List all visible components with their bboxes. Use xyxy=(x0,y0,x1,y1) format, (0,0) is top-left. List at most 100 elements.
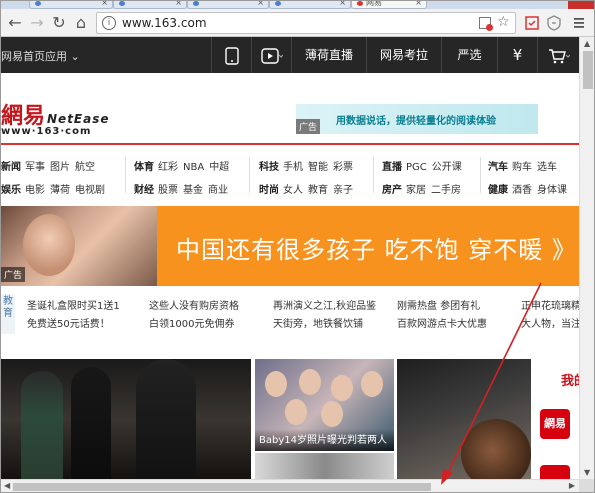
channel-head[interactable]: 财经 xyxy=(134,185,154,196)
channel-fashion[interactable]: 时尚 女人 教育 亲子 xyxy=(259,181,358,196)
channel-auto[interactable]: 汽车 购车 选车 xyxy=(488,158,562,173)
bookmark-star-icon[interactable]: ☆ xyxy=(497,14,510,30)
topbar-item-kaola[interactable]: 网易考拉 xyxy=(366,37,441,73)
mobile-icon[interactable] xyxy=(211,37,251,73)
horizontal-scroll-thumb[interactable] xyxy=(13,483,431,491)
channel-link[interactable]: PGC xyxy=(406,162,427,173)
channel-link[interactable]: 电视剧 xyxy=(75,185,105,196)
channel-head[interactable]: 科技 xyxy=(259,162,279,173)
shopping-cart-icon[interactable] xyxy=(537,37,579,73)
tab-2[interactable]: × xyxy=(113,1,187,9)
channel-head[interactable]: 汽车 xyxy=(488,162,508,173)
news-link[interactable]: 再洲演义之江,秋迎品鉴 xyxy=(273,297,376,312)
netease-news-app-icon[interactable]: 網易 xyxy=(540,409,570,439)
news-link[interactable]: 百款网游点卡大优惠 xyxy=(397,315,487,330)
channel-head[interactable]: 体育 xyxy=(134,162,154,173)
window-close-button[interactable] xyxy=(568,1,594,9)
channel-link[interactable]: 家居 xyxy=(406,185,426,196)
back-arrow-icon[interactable]: ← xyxy=(5,13,25,33)
menu-icon[interactable] xyxy=(571,15,587,31)
channel-news[interactable]: 新闻 军事 图片 航空 xyxy=(1,158,100,173)
apps-menu[interactable]: 应用 ⌄ xyxy=(45,48,80,64)
channel-link[interactable]: 电影 xyxy=(25,185,45,196)
photo-tile-group[interactable] xyxy=(255,453,394,479)
tab-4[interactable]: × xyxy=(269,1,351,9)
news-link[interactable]: 刚需热盘 参团有礼 xyxy=(397,297,480,312)
channel-link[interactable]: 教育 xyxy=(308,185,328,196)
channel-link[interactable]: 图片 xyxy=(50,162,70,173)
channel-head[interactable]: 时尚 xyxy=(259,185,279,196)
tab-active[interactable]: 网易 × xyxy=(351,1,427,9)
forward-arrow-icon[interactable]: → xyxy=(27,13,47,33)
popup-blocked-icon[interactable] xyxy=(479,17,493,31)
channel-live[interactable]: 直播 PGC 公开课 xyxy=(382,158,467,173)
channel-health[interactable]: 健康 酒香 身体课 xyxy=(488,181,572,196)
channel-link[interactable]: 薄荷 xyxy=(50,185,70,196)
app-icon[interactable] xyxy=(540,465,570,479)
channel-link[interactable]: 亲子 xyxy=(333,185,353,196)
channel-link[interactable]: 购车 xyxy=(512,162,532,173)
scroll-left-arrow-icon[interactable]: ◀ xyxy=(4,481,10,490)
channel-link[interactable]: 航空 xyxy=(75,162,95,173)
close-icon[interactable]: × xyxy=(101,1,108,7)
channel-link[interactable]: 中超 xyxy=(209,162,229,173)
channel-head[interactable]: 新闻 xyxy=(1,162,21,173)
edu-label[interactable]: 教育 xyxy=(1,294,15,334)
channel-head[interactable]: 房产 xyxy=(382,185,402,196)
news-link[interactable]: 大人物，当注 xyxy=(521,315,581,330)
channel-head[interactable]: 健康 xyxy=(488,185,508,196)
home-icon[interactable]: ⌂ xyxy=(71,13,91,33)
channel-link[interactable]: NBA xyxy=(183,162,204,173)
photo-tile-event[interactable] xyxy=(1,359,251,479)
scroll-up-arrow-icon[interactable]: ▲ xyxy=(584,39,590,48)
channel-link[interactable]: 商业 xyxy=(208,185,228,196)
news-link[interactable]: 正申花琉璃精 xyxy=(521,297,581,312)
news-link[interactable]: 天街旁，地铁餐饮铺 xyxy=(273,315,363,330)
channel-link[interactable]: 军事 xyxy=(25,162,45,173)
channel-head[interactable]: 娱乐 xyxy=(1,185,21,196)
channel-ent[interactable]: 娱乐 电影 薄荷 电视剧 xyxy=(1,181,110,196)
channel-link[interactable]: 基金 xyxy=(183,185,203,196)
close-icon[interactable]: × xyxy=(339,1,346,7)
channel-sports[interactable]: 体育 红彩 NBA 中超 xyxy=(134,158,234,173)
tab-3[interactable]: × xyxy=(187,1,269,9)
channel-link[interactable]: 酒香 xyxy=(512,185,532,196)
extension-2-icon[interactable] xyxy=(546,15,562,31)
extension-1-icon[interactable] xyxy=(524,15,540,31)
channel-tech[interactable]: 科技 手机 智能 彩票 xyxy=(259,158,358,173)
horizontal-scrollbar[interactable]: ◀ ▶ xyxy=(1,479,579,492)
topbar-item-live[interactable]: 薄荷直播 xyxy=(291,37,366,73)
address-url[interactable]: www.163.com xyxy=(122,16,207,30)
channel-link[interactable]: 身体课 xyxy=(537,185,567,196)
channel-head[interactable]: 直播 xyxy=(382,162,402,173)
header-ad-banner[interactable]: 用数据说话，提供轻量化的阅读体验 广告 xyxy=(296,104,538,134)
channel-link[interactable]: 红彩 xyxy=(158,162,178,173)
news-link[interactable]: 白领1000元免佣券 xyxy=(149,315,234,330)
channel-link[interactable]: 股票 xyxy=(158,185,178,196)
scroll-down-arrow-icon[interactable]: ▼ xyxy=(584,468,590,477)
tab-1[interactable]: × xyxy=(29,1,113,9)
vertical-scrollbar[interactable]: ▲ ▼ xyxy=(579,37,594,479)
news-link[interactable]: 这些人没有购房资格 xyxy=(149,297,239,312)
news-link[interactable]: 免费送50元话费！ xyxy=(27,315,110,330)
topbar-item-yanxuan[interactable]: 严选 xyxy=(441,37,497,73)
photo-tile-portrait[interactable] xyxy=(397,359,531,479)
yen-icon[interactable]: ¥ xyxy=(497,37,537,73)
reload-icon[interactable]: ↻ xyxy=(49,13,69,33)
channel-link[interactable]: 智能 xyxy=(308,162,328,173)
address-bar[interactable]: i www.163.com ☆ xyxy=(96,12,516,34)
channel-link[interactable]: 手机 xyxy=(283,162,303,173)
channel-link[interactable]: 彩票 xyxy=(333,162,353,173)
news-link[interactable]: 圣诞礼盒限时买1送1 xyxy=(27,297,120,312)
close-icon[interactable]: × xyxy=(415,1,422,7)
scroll-right-arrow-icon[interactable]: ▶ xyxy=(569,481,575,490)
vertical-scroll-thumb[interactable] xyxy=(583,51,593,89)
channel-link[interactable]: 女人 xyxy=(283,185,303,196)
channel-link[interactable]: 二手房 xyxy=(431,185,461,196)
close-icon[interactable]: × xyxy=(257,1,264,7)
channel-finance[interactable]: 财经 股票 基金 商业 xyxy=(134,181,233,196)
video-play-icon[interactable] xyxy=(251,37,291,73)
channel-house[interactable]: 房产 家居 二手房 xyxy=(382,181,466,196)
channel-link[interactable]: 公开课 xyxy=(432,162,462,173)
photo-tile-baby[interactable]: Baby14岁照片曝光判若两人 xyxy=(255,359,394,451)
